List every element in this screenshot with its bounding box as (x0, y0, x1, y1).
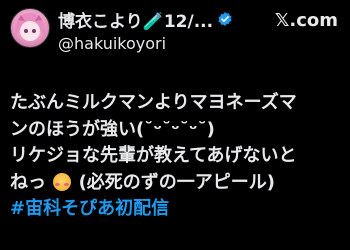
display-name[interactable]: 博衣こより🧪12/... (58, 7, 213, 32)
tweet-line-4: ねっ (必死のずの一アピール) (10, 170, 345, 197)
tweet-header: 博衣こより🧪12/... @hakuikoyori 𝕏.com (0, 0, 350, 62)
user-handle[interactable]: @hakuikoyori (58, 34, 166, 53)
brand-label: 𝕏.com (274, 10, 338, 31)
brand-link[interactable]: 𝕏.com (275, 10, 338, 31)
hashtag-link[interactable]: #宙科そぴあ初配信 (10, 196, 345, 223)
tweet-line-3: リケジョな先輩が教えてあげないと (10, 145, 297, 166)
tweet-line-2: ンのほうが強い(˘ᵕ˘ᵕ˘ᵕ˘) (10, 118, 215, 140)
smiling-face-with-hearts-icon (53, 172, 72, 191)
tweet-line-4-start: ねっ (10, 171, 46, 193)
tweet-line-1: たぶんミルクマンよりマヨネーズマ (10, 92, 297, 113)
verified-badge-icon (217, 11, 233, 27)
tweet-text: たぶんミルクマンよりマヨネーズマ ンのほうが強い(˘ᵕ˘ᵕ˘ᵕ˘) リケジョな先… (10, 90, 345, 223)
avatar[interactable] (10, 8, 50, 48)
tweet-line-4-end: (必死のずの一アピール) (78, 171, 276, 193)
display-name-row: 博衣こより🧪12/... (58, 7, 233, 32)
avatar-illustration (15, 13, 45, 41)
